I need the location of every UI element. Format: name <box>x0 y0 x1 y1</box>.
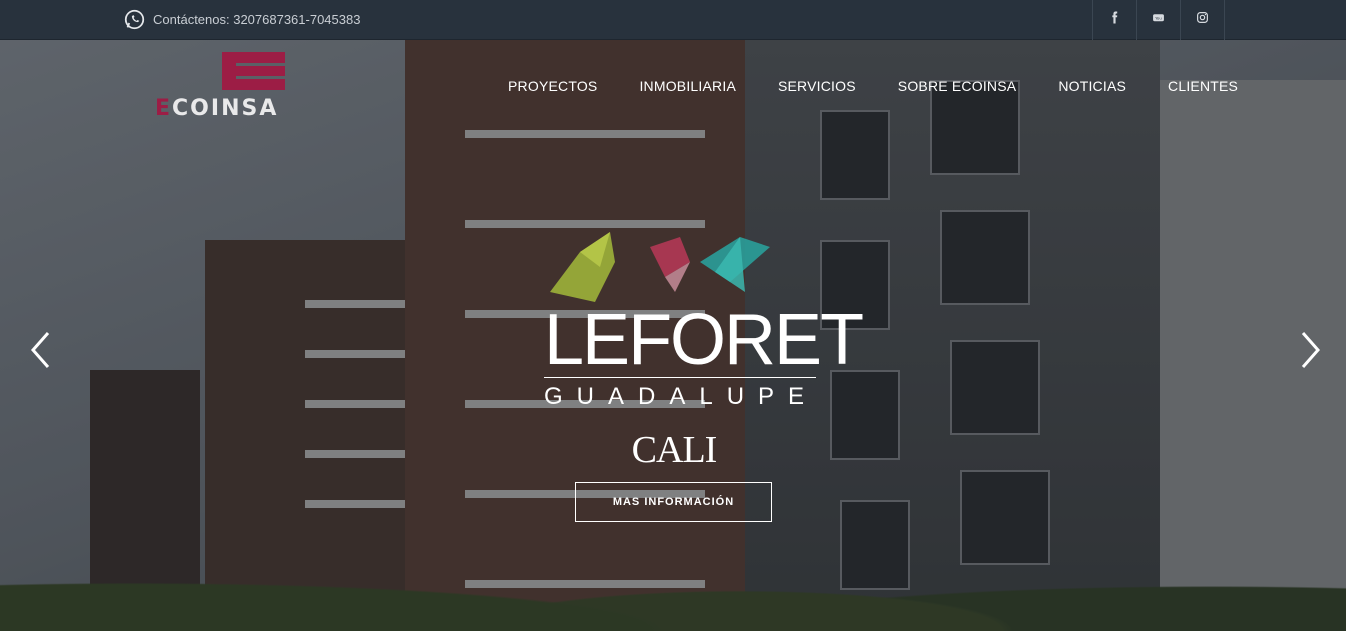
contact-info: Contáctenos: 3207687361-7045383 <box>124 9 360 30</box>
top-bar: Contáctenos: 3207687361-7045383 You <box>0 0 1346 40</box>
facebook-link[interactable] <box>1093 0 1137 40</box>
nav-item-clientes[interactable]: CLIENTES <box>1168 78 1238 94</box>
slide-subtitle: GUADALUPE <box>544 383 819 410</box>
whatsapp-icon <box>124 9 145 30</box>
next-slide-button[interactable] <box>1295 330 1325 370</box>
contact-text: Contáctenos: 3207687361-7045383 <box>153 12 361 27</box>
chevron-right-icon <box>1295 332 1325 374</box>
logo-wordmark: ECOINSA <box>155 96 279 121</box>
chevron-left-icon <box>26 332 56 374</box>
prev-slide-button[interactable] <box>26 330 56 370</box>
more-info-button[interactable]: MAS INFORMACIÓN <box>575 482 772 522</box>
nav-item-servicios[interactable]: SERVICIOS <box>778 78 856 94</box>
youtube-icon: You <box>1152 11 1165 29</box>
instagram-icon <box>1196 11 1209 29</box>
instagram-link[interactable] <box>1181 0 1225 40</box>
ecoinsa-logo[interactable]: ECOINSA <box>155 52 355 122</box>
youtube-link[interactable]: You <box>1137 0 1181 40</box>
nav-item-inmobiliaria[interactable]: INMOBILIARIA <box>639 78 736 94</box>
slide-city: CALI <box>631 429 718 471</box>
social-links: You <box>1092 0 1225 40</box>
nav-item-sobre-ecoinsa[interactable]: SOBRE ECOINSA <box>898 78 1017 94</box>
svg-text:You: You <box>1155 16 1162 21</box>
title-divider <box>544 377 816 378</box>
slide-title: LEFORET <box>544 300 864 380</box>
nav-item-noticias[interactable]: NOTICIAS <box>1058 78 1126 94</box>
logo-e-mark <box>222 52 285 90</box>
main-nav: PROYECTOS INMOBILIARIA SERVICIOS SOBRE E… <box>508 78 1238 94</box>
nav-item-proyectos[interactable]: PROYECTOS <box>508 78 597 94</box>
facebook-icon <box>1108 11 1121 29</box>
